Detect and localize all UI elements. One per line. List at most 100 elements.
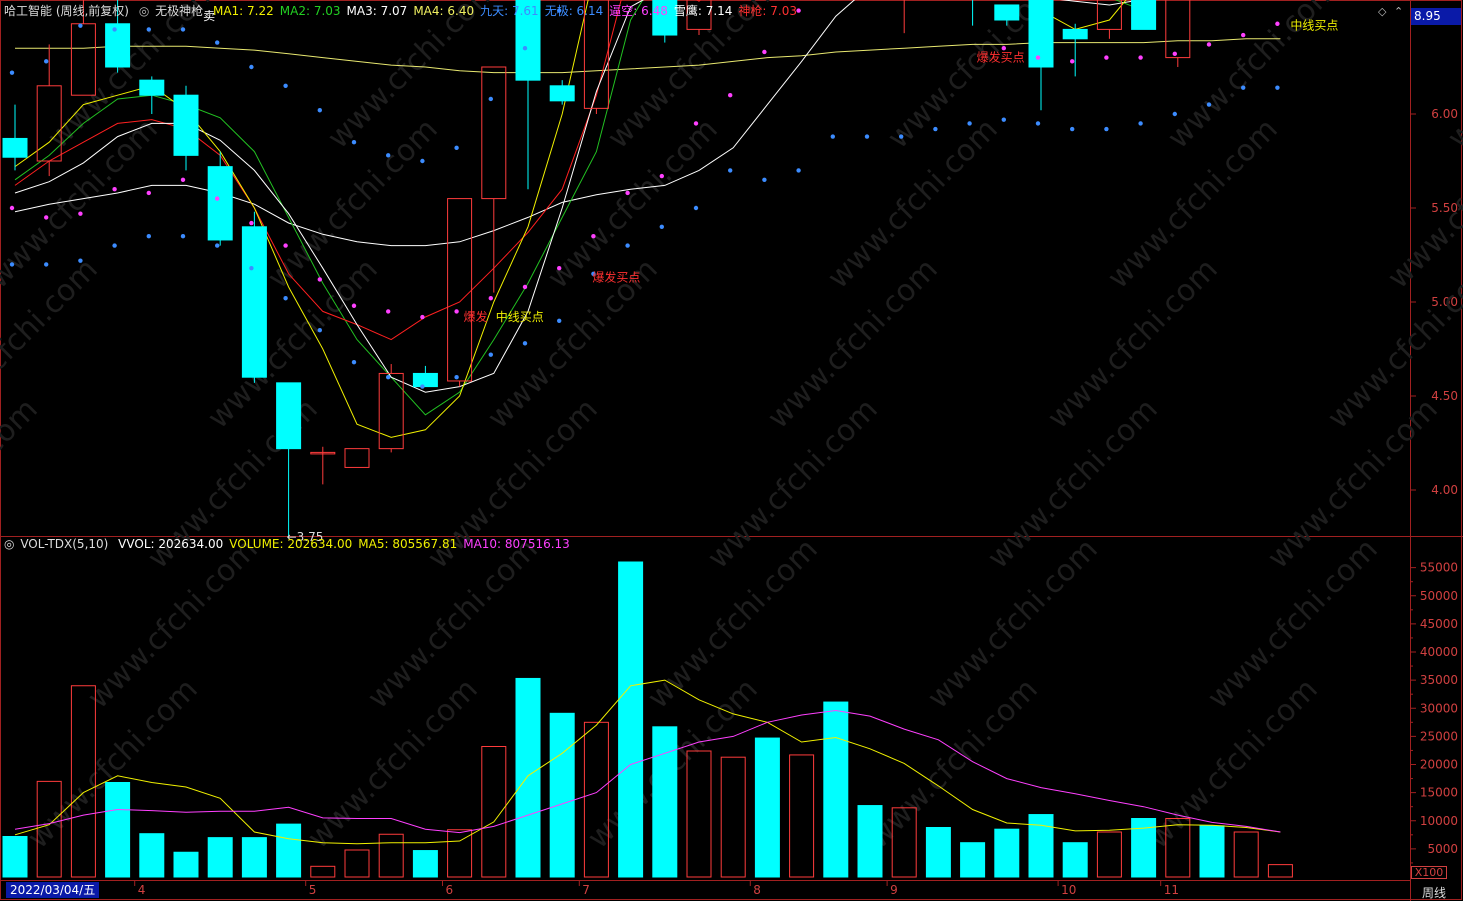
candle-up xyxy=(344,448,370,468)
dot-blue-high xyxy=(180,27,186,32)
chevron-up-icon[interactable]: ⌃ xyxy=(1394,5,1403,18)
dot-blue-low xyxy=(899,134,904,139)
dot-blue-low xyxy=(1275,85,1280,90)
candle-up xyxy=(447,198,473,382)
price-cursor-label: 8.95 xyxy=(1411,8,1461,25)
candle-up xyxy=(481,66,507,200)
volume-bar-down xyxy=(276,823,302,878)
dot-blue-low xyxy=(1001,117,1006,122)
dot-blue-low xyxy=(625,243,630,248)
volume-bar-up xyxy=(720,756,746,878)
dot-pink xyxy=(1138,55,1143,60)
dot-pink xyxy=(1172,51,1178,57)
volume-bar-up xyxy=(310,865,336,878)
dot-blue-high xyxy=(317,108,322,113)
legend-item-0: MA1: 7.22 xyxy=(212,4,274,18)
dot-blue-low xyxy=(967,121,972,126)
dot-pink xyxy=(386,309,391,314)
period-label[interactable]: 周线 xyxy=(1422,884,1446,901)
month-label: 7 xyxy=(582,883,590,897)
legend-item-4: 九天: 7.61 xyxy=(480,4,539,18)
burst-buy-signal: 爆发买点 xyxy=(592,270,640,285)
volume-bar-up xyxy=(344,849,370,878)
dot-pink xyxy=(9,205,15,211)
dot-pink xyxy=(317,277,322,282)
vol-indicator-name[interactable]: VOL-TDX(5,10) xyxy=(20,537,108,551)
burst-mark-left: 爆发 xyxy=(464,309,488,324)
dot-pink xyxy=(420,314,425,320)
dot-blue-low xyxy=(9,262,15,267)
volume-bar-down xyxy=(1028,814,1054,878)
dot-blue-low xyxy=(1172,111,1178,117)
dot-blue-low xyxy=(796,168,801,173)
dot-pink xyxy=(693,121,699,126)
dot-blue-low xyxy=(78,258,83,263)
dot-blue-high xyxy=(146,27,151,32)
watermark: www.cfchi.com www.cfchi.com www.cfchi.com w… xyxy=(0,0,1463,856)
candle-down xyxy=(105,23,131,68)
dot-blue-low xyxy=(1070,126,1075,132)
indicator-settings-icon[interactable]: ◎ xyxy=(139,4,149,18)
dot-blue-low xyxy=(522,341,528,346)
dot-blue-low xyxy=(864,134,870,139)
dot-pink xyxy=(454,309,459,314)
dot-blue-low xyxy=(180,234,186,239)
dot-blue-high xyxy=(112,27,117,32)
dot-pink xyxy=(249,220,254,226)
dot-blue-high xyxy=(386,153,391,158)
dot-pink xyxy=(215,196,220,201)
mid-buy-signal-2: 中线买点 xyxy=(1290,18,1338,33)
candle-down xyxy=(207,166,233,241)
vol-ma5-line xyxy=(14,679,1281,845)
dot-blue-low xyxy=(1035,121,1041,126)
dot-blue-low xyxy=(728,168,733,173)
candle-up xyxy=(1165,0,1191,59)
dot-pink xyxy=(557,265,562,271)
vol-settings-icon[interactable]: ◎ xyxy=(4,537,14,551)
dot-blue-low xyxy=(933,126,938,132)
vol-legend-item-0: VVOL: 202634.00 xyxy=(118,537,224,551)
dot-pink xyxy=(351,303,357,308)
dot-blue-high xyxy=(420,158,425,164)
candle-down xyxy=(2,137,28,158)
dot-pink xyxy=(112,187,117,192)
volume-bar-down xyxy=(754,737,780,878)
dot-pink xyxy=(78,211,83,216)
volume-bar-down xyxy=(925,827,951,878)
stock-title[interactable]: 哈工智能 (周线,前复权) xyxy=(4,4,129,18)
month-label: 10 xyxy=(1061,883,1076,897)
legend-item-2: MA3: 7.07 xyxy=(346,4,408,18)
volume-axis-label: 10000 xyxy=(1420,814,1458,828)
indicator-name[interactable]: 无极神枪 xyxy=(155,4,203,18)
diamond-icon[interactable]: ◇ xyxy=(1378,5,1386,18)
volume-bar-down xyxy=(515,677,541,878)
dot-blue-low xyxy=(488,352,493,357)
dot-pink xyxy=(762,49,767,55)
price-axis-label: 4.00 xyxy=(1431,483,1458,497)
candle-down xyxy=(1131,0,1157,30)
legend-item-6: 逼空: 6.48 xyxy=(609,4,668,18)
candle-down xyxy=(173,94,199,156)
vol-legend-item-3: MA10: 807516.13 xyxy=(463,537,570,551)
legend-item-1: MA2: 7.03 xyxy=(279,4,341,18)
volume-bar-down xyxy=(618,561,644,878)
dot-pink xyxy=(728,93,733,98)
candle-down xyxy=(1028,0,1054,68)
volume-bar-down xyxy=(994,828,1020,878)
burst-buy-signal-2: 爆发买点 xyxy=(977,50,1025,65)
volume-bar-down xyxy=(207,837,233,878)
candle-down xyxy=(412,372,438,388)
dot-blue-low xyxy=(1241,85,1246,90)
dot-blue-high xyxy=(488,96,493,102)
volume-bar-down xyxy=(412,850,438,878)
volume-axis-label: 25000 xyxy=(1420,729,1458,743)
volume-unit-label: X100 xyxy=(1411,866,1447,879)
dot-blue-low xyxy=(351,359,357,365)
dot-blue-low xyxy=(762,177,767,182)
dot-pink xyxy=(625,190,630,196)
stock-chart-canvas[interactable]: 8.508.007.507.006.506.005.505.004.504.00… xyxy=(0,0,1463,901)
dot-blue-low xyxy=(1138,121,1143,126)
mid-buy-signal: 中线买点 xyxy=(496,309,544,324)
candle-down xyxy=(1062,28,1088,40)
dot-blue-high xyxy=(44,59,49,64)
